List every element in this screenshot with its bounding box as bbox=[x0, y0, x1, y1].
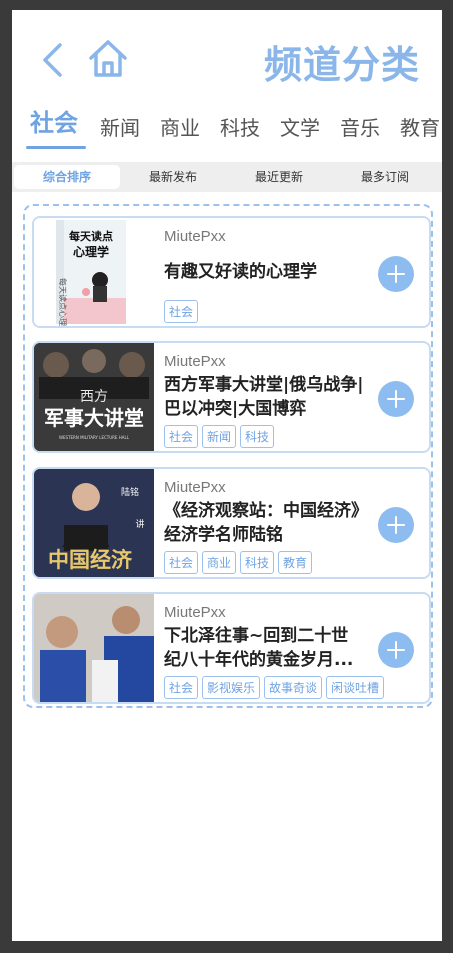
cover-image: 陆铭 讲 中国经济 bbox=[34, 469, 154, 577]
home-icon bbox=[89, 40, 127, 77]
back-button[interactable] bbox=[38, 42, 68, 78]
tag-list: 社会 影视娱乐 故事奇谈 闲谈吐槽 bbox=[164, 676, 388, 699]
list-item[interactable]: 西方 军事大讲堂 WESTERN MILITARY LECTURE HALL M… bbox=[32, 341, 431, 453]
add-subscribe-button[interactable] bbox=[378, 507, 414, 543]
cover-title-line2: 军事大讲堂 bbox=[44, 406, 144, 430]
active-tab-indicator bbox=[26, 146, 86, 149]
author-name: MiutePxx bbox=[164, 228, 226, 245]
tag[interactable]: 教育 bbox=[278, 551, 313, 574]
cover-image: 每天读点心理学 每天读点 心理学 bbox=[34, 218, 154, 326]
author-name: MiutePxx bbox=[164, 353, 226, 370]
author-name: MiutePxx bbox=[164, 479, 226, 496]
tag[interactable]: 新闻 bbox=[202, 425, 237, 448]
tab-society[interactable]: 社会 bbox=[30, 108, 78, 148]
cover-title-line1: 陆铭 bbox=[121, 486, 139, 498]
tag[interactable]: 社会 bbox=[164, 300, 199, 323]
tag[interactable]: 科技 bbox=[240, 425, 275, 448]
tag-list: 社会 bbox=[164, 300, 202, 323]
chevron-left-icon bbox=[43, 43, 62, 77]
tab-tech[interactable]: 科技 bbox=[220, 113, 260, 153]
item-title: 《经济观察站：中国经济》经济学名师陆铭 bbox=[164, 501, 360, 545]
cover-title-line2: 讲 bbox=[135, 518, 144, 530]
cover-title-line3: 中国经济 bbox=[48, 548, 133, 572]
cover-title-line2: 心理学 bbox=[73, 244, 109, 259]
author-name: MiutePxx bbox=[164, 604, 226, 621]
list-item[interactable]: 每天读点心理学 每天读点 心理学 MiutePxx 有趣又好读的心理学 社会 bbox=[32, 216, 431, 328]
tag[interactable]: 社会 bbox=[164, 551, 199, 574]
tag[interactable]: 科技 bbox=[240, 551, 275, 574]
sort-bar: 综合排序 最新发布 最近更新 最多订阅 bbox=[12, 162, 442, 192]
list-item[interactable]: 陆铭 讲 中国经济 MiutePxx 《经济观察站：中国经济》经济学名师陆铭 社… bbox=[32, 467, 431, 579]
list-item[interactable]: MiutePxx 下北泽往事~回到二十世纪八十年代的黄金岁月... 社会 影视娱乐… bbox=[32, 592, 431, 704]
tag[interactable]: 社会 bbox=[164, 676, 199, 699]
sort-comprehensive[interactable]: 综合排序 bbox=[14, 165, 120, 189]
cover-subtitle: WESTERN MILITARY LECTURE HALL bbox=[59, 435, 130, 440]
tag-list: 社会 商业 科技 教育 bbox=[164, 551, 316, 574]
cover-title-line1: 每天读点 bbox=[69, 229, 113, 243]
sort-latest[interactable]: 最新发布 bbox=[120, 165, 226, 189]
add-subscribe-button[interactable] bbox=[378, 632, 414, 668]
item-title: 下北泽往事~回到二十世纪八十年代的黄金岁月... bbox=[164, 626, 354, 670]
add-subscribe-button[interactable] bbox=[378, 381, 414, 417]
channel-list: 每天读点心理学 每天读点 心理学 MiutePxx 有趣又好读的心理学 社会 西… bbox=[23, 204, 433, 708]
svg-text:每天读点心理学: 每天读点心理学 bbox=[58, 278, 68, 326]
tag[interactable]: 故事奇谈 bbox=[264, 676, 323, 699]
header: 频道分类 bbox=[12, 10, 442, 105]
item-title: 有趣又好读的心理学 bbox=[164, 262, 317, 282]
tab-news[interactable]: 新闻 bbox=[100, 113, 140, 153]
tag-list: 社会 新闻 科技 bbox=[164, 425, 278, 448]
cover-title-line1: 西方 bbox=[80, 389, 108, 405]
tag[interactable]: 影视娱乐 bbox=[202, 676, 261, 699]
home-button[interactable] bbox=[86, 36, 130, 80]
tab-education[interactable]: 教育 bbox=[400, 113, 440, 153]
tab-literature[interactable]: 文学 bbox=[280, 113, 320, 153]
tag[interactable]: 闲谈吐槽 bbox=[326, 676, 385, 699]
tag[interactable]: 商业 bbox=[202, 551, 237, 574]
tab-music[interactable]: 音乐 bbox=[340, 113, 380, 153]
add-subscribe-button[interactable] bbox=[378, 256, 414, 292]
tab-business[interactable]: 商业 bbox=[160, 113, 200, 153]
sort-recent-update[interactable]: 最近更新 bbox=[226, 165, 332, 189]
cover-image: 西方 军事大讲堂 WESTERN MILITARY LECTURE HALL bbox=[34, 343, 154, 451]
page-title: 频道分类 bbox=[263, 43, 420, 87]
cover-image bbox=[34, 594, 154, 702]
tag[interactable]: 社会 bbox=[164, 425, 199, 448]
category-tabs: 社会 新闻 商业 科技 文学 音乐 教育 bbox=[12, 108, 442, 158]
item-title: 西方军事大讲堂|俄乌战争|巴以冲突|大国博弈 bbox=[164, 375, 364, 419]
sort-most-subscribed[interactable]: 最多订阅 bbox=[332, 165, 438, 189]
phone-screen: 频道分类 社会 新闻 商业 科技 文学 音乐 教育 综合排序 最新发布 最近更新… bbox=[12, 10, 442, 941]
